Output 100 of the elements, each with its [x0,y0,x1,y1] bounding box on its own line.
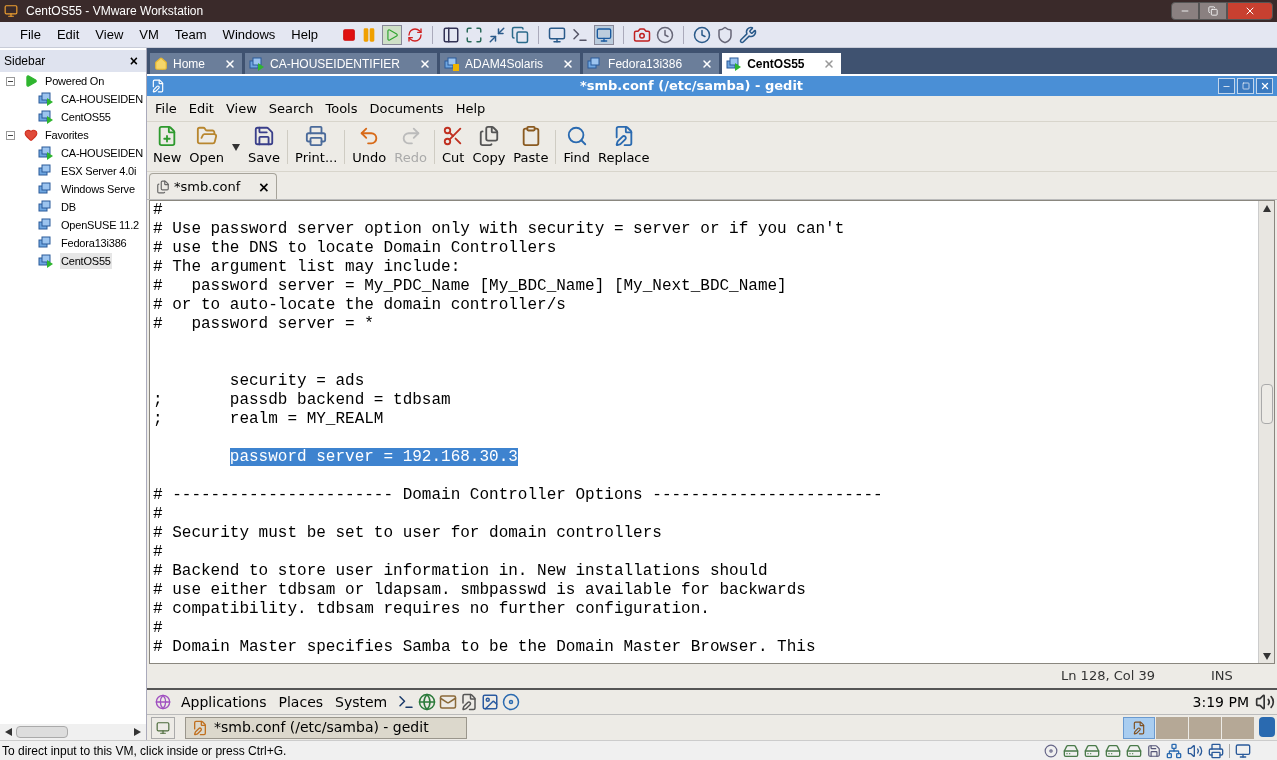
menu-item[interactable]: File [151,98,181,119]
vertical-scrollbar[interactable] [1258,201,1274,663]
menu-item[interactable]: View [221,98,261,119]
collapse-toggle[interactable] [6,130,15,140]
dropdown-caret-icon[interactable] [232,142,241,151]
menu-item[interactable]: Windows [214,24,284,45]
tree-item[interactable]: CentOS55 [60,108,112,126]
menu-item[interactable]: Tools [321,98,362,119]
vm-tab[interactable]: Fedora13i386 [583,53,720,74]
disc-icon[interactable] [502,693,521,711]
tree-item[interactable]: Fedora13i386 [60,234,128,252]
sound-icon[interactable] [1187,742,1203,759]
message-log-icon[interactable] [1235,742,1251,759]
menu-item[interactable]: VM [131,24,167,45]
close-icon[interactable] [562,57,575,70]
reset-icon[interactable] [407,26,424,43]
toolbar-button[interactable]: Cut [437,125,469,168]
vm-tab[interactable]: Home [150,53,242,74]
console-view-button[interactable] [594,24,615,45]
tree-item[interactable]: Favorites [44,126,90,144]
workspace-button[interactable] [1123,716,1155,739]
gedit-window-title: *smb.conf (/etc/samba) - gedit [578,77,805,96]
play-button[interactable] [382,24,403,45]
tree-item[interactable]: OpenSUSE 11.2 [60,216,140,234]
close-icon[interactable] [701,57,714,70]
text-editor-icon[interactable] [460,693,479,711]
fullscreen-icon[interactable] [465,25,484,44]
close-icon[interactable] [823,57,836,70]
tree-item[interactable]: DB [60,198,77,216]
printer-icon[interactable] [1208,742,1224,759]
scroll-up-icon[interactable] [1262,204,1271,212]
snapshot-icon[interactable] [633,25,652,44]
vm-tab[interactable]: CA-HOUSEIDENTIFIER [245,53,438,74]
toolbar-button[interactable]: New [149,125,186,168]
code-line: security = ads [228,372,365,390]
menu-item[interactable]: Help [283,24,327,45]
tree-item[interactable]: ESX Server 4.0i [60,162,138,180]
close-icon[interactable] [224,57,236,70]
menu-item[interactable]: Edit [184,98,218,119]
code-line: # [153,505,163,523]
window-icon[interactable] [511,25,530,44]
maximize-button[interactable] [1237,78,1254,94]
scroll-down-icon[interactable] [1262,652,1271,660]
panel-menu[interactable]: Places [272,691,330,713]
mail-icon[interactable] [439,693,458,711]
toolbar-button[interactable]: Paste [509,125,553,168]
wrench-icon[interactable] [739,25,758,44]
cd-drive-icon[interactable] [1044,743,1058,758]
tree-item[interactable]: CentOS55 [60,252,112,270]
menu-item[interactable]: File [12,24,49,45]
restore-button[interactable] [1199,2,1227,20]
menu-item[interactable]: Team [166,24,215,45]
scroll-right-icon[interactable] [134,728,142,736]
picture-icon[interactable] [481,693,500,711]
menu-item[interactable]: View [87,24,132,45]
panel-menu[interactable]: System [329,691,394,713]
floppy-icon[interactable] [1147,743,1161,758]
tree-item[interactable]: CA-HOUSEIDEN [60,144,144,162]
close-button[interactable]: × [258,179,270,194]
menu-item[interactable]: Search [264,98,318,119]
terminal-icon[interactable] [397,693,416,711]
menu-item[interactable]: Help [451,98,490,119]
toolbar-button[interactable]: Copy [468,125,510,168]
toolbar-button[interactable]: Open [185,125,229,168]
toolbar-button[interactable]: Print... [291,125,342,168]
show-desktop-button[interactable] [151,716,175,739]
scroll-left-icon[interactable] [4,728,12,736]
notepad-icon [1132,720,1146,735]
tree-item[interactable]: Powered On [44,72,106,90]
menu-item[interactable]: Documents [365,98,448,119]
vm-tab[interactable]: CentOS55 [722,53,842,74]
volume-icon[interactable] [1255,692,1275,712]
horizontal-scrollbar[interactable] [0,724,146,740]
taskbar-window-button[interactable]: *smb.conf (/etc/samba) - gedit [185,716,467,739]
scroll-thumb[interactable] [16,726,68,738]
network-icon[interactable] [1166,742,1182,759]
minimize-button[interactable] [1171,2,1199,20]
running-vm-icon [38,145,54,161]
code-line: # use either tdbsam or ldapsam. smbpasswd is available for backwards [153,581,806,599]
panel-menu[interactable]: Applications [175,691,273,713]
stop-icon[interactable] [342,27,357,42]
scroll-thumb[interactable] [1260,384,1273,424]
collapse-toggle[interactable] [6,76,15,86]
vm-tab[interactable]: ADAM4Solaris [440,53,581,74]
tree-item[interactable]: CA-HOUSEIDEN [60,90,144,108]
shield-icon[interactable] [716,25,735,44]
console-icon[interactable] [548,25,567,44]
toolbar-button[interactable]: Save [244,125,284,168]
document-tab[interactable]: *smb.conf × [149,173,277,199]
browser-icon[interactable] [418,693,437,711]
tree-item[interactable]: Windows Serve [60,180,136,198]
sidebar-toggle-icon[interactable] [442,25,461,44]
toolbar-button[interactable]: Replace [594,125,654,168]
close-button[interactable]: × [125,54,142,68]
play-icon [385,27,400,42]
close-icon[interactable] [419,57,432,70]
menu-item[interactable]: Edit [48,24,88,45]
notepad-icon [192,719,208,736]
toolbar-button[interactable]: Undo [348,125,391,168]
toolbar-button[interactable]: Find [559,125,595,168]
